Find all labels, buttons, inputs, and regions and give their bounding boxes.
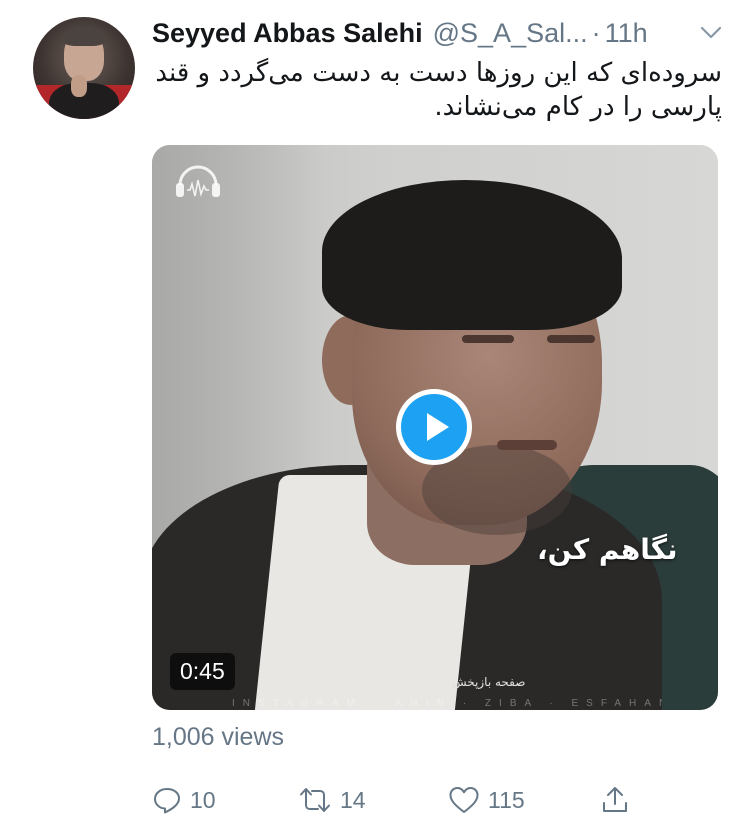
play-button[interactable] [396,389,472,465]
retweet-count: 14 [340,786,366,813]
reply-icon [154,788,180,814]
watermark-headphones-icon [170,153,226,209]
retweet-icon [300,788,330,812]
video-caption: نگاهم کن، [537,533,678,566]
share-button[interactable] [600,782,630,818]
video-frame-eye [547,335,595,343]
like-count: 115 [488,786,525,813]
reply-button[interactable]: 10 [152,782,216,818]
avatar-hand [71,75,87,97]
play-icon [427,413,449,441]
avatar-hair [62,26,106,46]
reply-count: 10 [190,786,216,813]
retweet-button[interactable]: 14 [298,782,366,818]
tweet-text: سروده‌ای که این روزها دست به دست می‌گردد… [155,58,722,122]
tweet-time[interactable]: 11h [605,18,648,49]
view-count: 1,006 views [152,723,285,751]
share-icon [603,787,627,812]
video-frame-eye [462,335,514,343]
like-button[interactable]: 115 [448,782,525,818]
author-name[interactable]: Seyyed Abbas Salehi [152,18,423,49]
video-duration-badge: 0:45 [170,653,235,690]
video-frame-mouth [497,440,557,450]
video-bottom-watermark: INSTAGRAM · AMIN · ZIBA · ESFAHANI [232,698,662,709]
separator-dot: · [591,17,601,48]
video-watermark: صفحه بازپخش [452,675,526,689]
author-handle[interactable]: @S_A_Sal... [433,18,588,49]
tweet-actions: 10 14 115 [152,782,642,818]
chevron-down-icon[interactable] [699,22,723,44]
video-player[interactable]: نگاهم کن، 0:45 صفحه بازپخش INSTAGRAM · A… [152,145,718,710]
heart-icon [449,787,479,813]
avatar[interactable] [33,17,135,119]
tweet-header: Seyyed Abbas Salehi @S_A_Sal... · 11h [152,14,727,52]
